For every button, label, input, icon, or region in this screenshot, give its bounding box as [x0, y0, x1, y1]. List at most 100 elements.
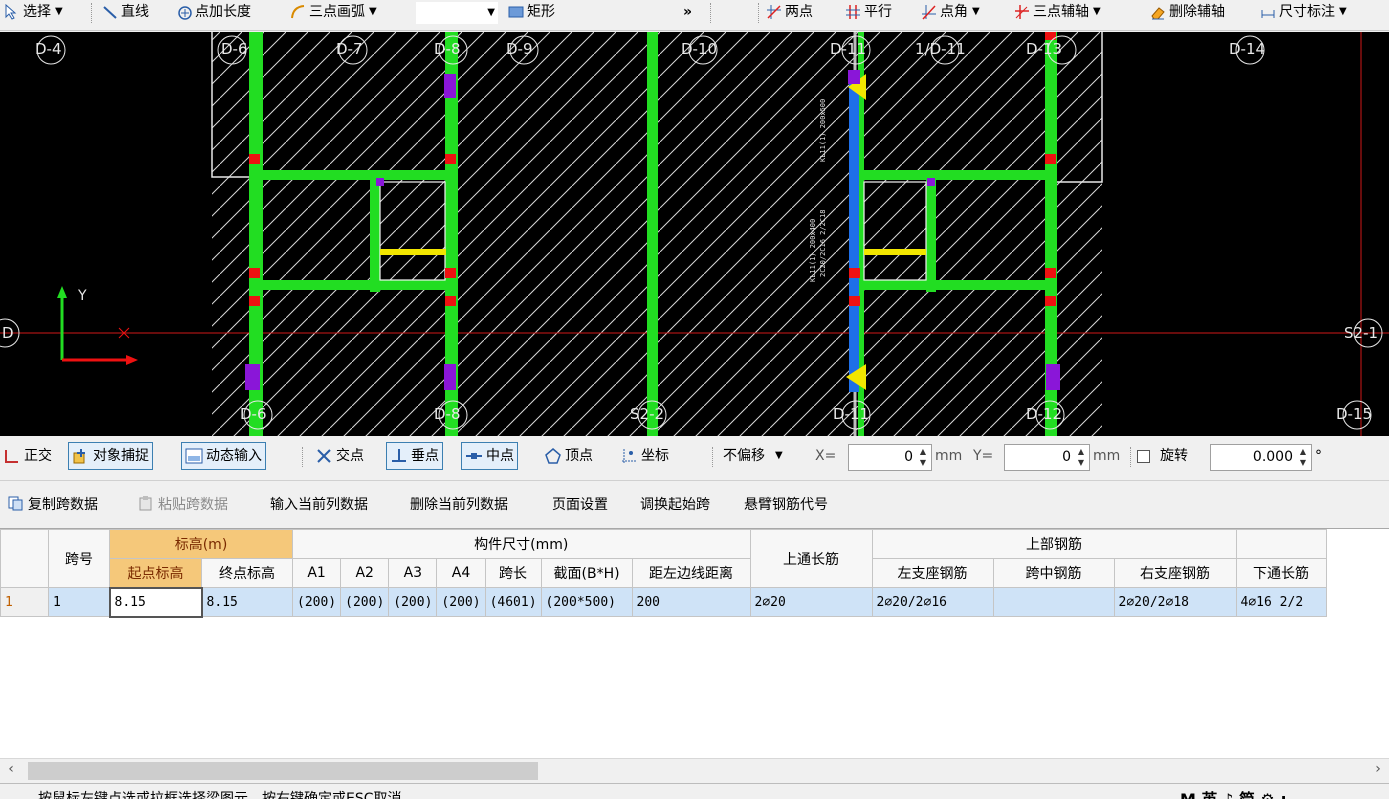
input-column-button[interactable]: 输入当前列数据: [270, 494, 368, 514]
cell-mid-span[interactable]: [992, 587, 1115, 617]
cell-end-elev[interactable]: 8.15: [201, 587, 293, 617]
cell-bottom-through[interactable]: 4⌀16 2/2: [1235, 587, 1327, 617]
cantilever-code-button[interactable]: 悬臂钢筋代号: [744, 494, 828, 514]
perpendicular-icon: [390, 447, 408, 465]
col-header-start-elev[interactable]: 起点标高: [109, 558, 202, 588]
axis-label: D-13: [1026, 40, 1063, 58]
delete-axis-tool[interactable]: 删除辅轴: [1150, 0, 1225, 31]
col-header-member-size[interactable]: 构件尺寸(mm): [292, 529, 751, 559]
scroll-right-icon[interactable]: ›: [1369, 761, 1387, 777]
rect-tool[interactable]: 矩形: [508, 0, 555, 31]
cell-span-len[interactable]: (4601): [484, 587, 542, 617]
parallel-axis-tool[interactable]: 平行: [845, 0, 892, 31]
perpendicular-snap[interactable]: 垂点: [386, 442, 443, 470]
parallel-icon: [845, 4, 861, 20]
arc-icon: [290, 4, 306, 20]
point-length-tool[interactable]: 点加长度: [176, 0, 251, 31]
copy-icon: [8, 496, 24, 511]
point-angle-axis-tool[interactable]: 点角 ▼: [921, 0, 980, 31]
col-header-section[interactable]: 截面(B*H): [540, 558, 633, 588]
col-header-span-len[interactable]: 跨长: [484, 558, 542, 588]
col-header-bottom-through[interactable]: 下通长筋: [1235, 558, 1327, 588]
checkbox-icon[interactable]: [1137, 449, 1150, 463]
cell-a2[interactable]: (200): [340, 587, 390, 617]
cell-dist-left[interactable]: 200: [631, 587, 751, 617]
y-label: Y=: [973, 448, 994, 464]
coordinate-snap[interactable]: 坐标: [617, 442, 672, 470]
cell-right-support[interactable]: 2⌀20/2⌀18: [1113, 587, 1237, 617]
intersection-snap[interactable]: 交点: [312, 442, 367, 470]
cell-top-through[interactable]: 2⌀20: [749, 587, 873, 617]
row-number[interactable]: 1: [0, 587, 49, 617]
ortho-toggle[interactable]: 正交: [0, 442, 55, 470]
scroll-left-icon[interactable]: ‹: [2, 761, 20, 777]
spinner-icon[interactable]: ▲ ▼: [1074, 446, 1088, 469]
col-header-a4[interactable]: A4: [436, 558, 486, 588]
cell-a1[interactable]: (200): [291, 587, 342, 617]
col-header-span-no[interactable]: 跨号: [48, 529, 110, 588]
separator: [712, 447, 713, 467]
col-header-dist-left[interactable]: 距左边线距离: [631, 558, 751, 588]
col-header-top-through[interactable]: 上通长筋: [749, 529, 873, 588]
axis-label: S2-2: [630, 405, 665, 423]
three-point-axis-tool[interactable]: 三点辅轴 ▼: [1014, 0, 1101, 31]
col-header-a2[interactable]: A2: [340, 558, 390, 588]
cell-a4[interactable]: (200): [436, 587, 486, 617]
col-header-left-support[interactable]: 左支座钢筋: [871, 558, 994, 588]
cell-start-elev[interactable]: 8.15: [108, 586, 203, 618]
paste-span-button[interactable]: 粘贴跨数据: [138, 494, 228, 514]
delete-column-button[interactable]: 删除当前列数据: [410, 494, 508, 514]
degree-label: °: [1315, 448, 1322, 464]
axis-label: D-8: [434, 40, 461, 58]
midpoint-snap[interactable]: 中点: [461, 442, 518, 470]
col-header-right-support[interactable]: 右支座钢筋: [1113, 558, 1237, 588]
select-tool[interactable]: 选择 ▼: [4, 0, 63, 31]
scrollbar-thumb[interactable]: [28, 762, 538, 780]
col-header-elevation[interactable]: 标高(m): [109, 529, 293, 559]
intersection-icon: [315, 447, 333, 465]
arc-tool[interactable]: 三点画弧 ▼: [290, 0, 377, 31]
ucs-y-label: Y: [78, 288, 87, 304]
object-snap-toggle[interactable]: 对象捕捉: [68, 442, 153, 470]
col-header-end-elev[interactable]: 终点标高: [201, 558, 293, 588]
ime-toolbar[interactable]: M 英 ♪ 简 ⚙ :: [1180, 786, 1287, 799]
data-toolbar: 复制跨数据 粘贴跨数据 输入当前列数据 删除当前列数据 页面设置 调换起始跨 悬…: [0, 482, 1389, 524]
line-tool[interactable]: 直线: [102, 0, 149, 31]
coordinate-icon: [620, 447, 638, 465]
axis-label: D-10: [681, 40, 718, 58]
col-header-mid-span[interactable]: 跨中钢筋: [992, 558, 1115, 588]
cell-span-no[interactable]: 1: [48, 587, 110, 617]
span-table: 跨号 标高(m) 构件尺寸(mm) 上通长筋 上部钢筋 起点标高 终点标高 A1…: [0, 528, 1389, 758]
swap-start-span-button[interactable]: 调换起始跨: [640, 494, 710, 514]
two-points-axis-tool[interactable]: 两点: [766, 0, 813, 31]
drawing-canvas[interactable]: KL11(1) 200x400 2C20/2C16 2/2C18 KL11(1)…: [0, 32, 1389, 436]
more-button[interactable]: »: [683, 0, 692, 31]
chevron-down-icon: ▼: [1339, 6, 1347, 17]
axis-label: D-11: [833, 405, 870, 423]
dimension-tool[interactable]: 尺寸标注 ▼: [1260, 0, 1347, 31]
col-header-a1[interactable]: A1: [291, 558, 342, 588]
axis-label: 1/D-11: [915, 40, 966, 58]
table-row[interactable]: 1 1 8.15 8.15 (200) (200) (200) (200) (4…: [0, 586, 1327, 618]
page-setup-button[interactable]: 页面设置: [552, 494, 608, 514]
cell-left-support[interactable]: 2⌀20/2⌀16: [871, 587, 994, 617]
chevron-down-icon: ▼: [55, 6, 63, 17]
shape-dropdown[interactable]: ▼: [416, 2, 498, 24]
dynamic-input-toggle[interactable]: 动态输入: [181, 442, 266, 470]
cell-section[interactable]: (200*500): [540, 587, 633, 617]
y-input[interactable]: 0 ▲ ▼: [1004, 444, 1090, 471]
x-input[interactable]: 0 ▲ ▼: [848, 444, 932, 471]
cell-a3[interactable]: (200): [388, 587, 438, 617]
offset-dropdown[interactable]: 不偏移 ▼: [720, 442, 786, 470]
rotate-input[interactable]: 0.000 ▲ ▼: [1210, 444, 1312, 471]
three-point-axis-icon: [1014, 4, 1030, 20]
spinner-icon[interactable]: ▲ ▼: [1296, 446, 1310, 469]
col-header-a3[interactable]: A3: [388, 558, 438, 588]
col-header-top-rebar[interactable]: 上部钢筋: [871, 529, 1237, 559]
rotate-checkbox[interactable]: 旋转: [1134, 442, 1191, 470]
spinner-icon[interactable]: ▲ ▼: [916, 446, 930, 469]
axis-label: D-6: [221, 40, 248, 58]
copy-span-button[interactable]: 复制跨数据: [8, 494, 98, 514]
horizontal-scrollbar[interactable]: ‹ ›: [0, 758, 1389, 782]
vertex-snap[interactable]: 顶点: [541, 442, 596, 470]
